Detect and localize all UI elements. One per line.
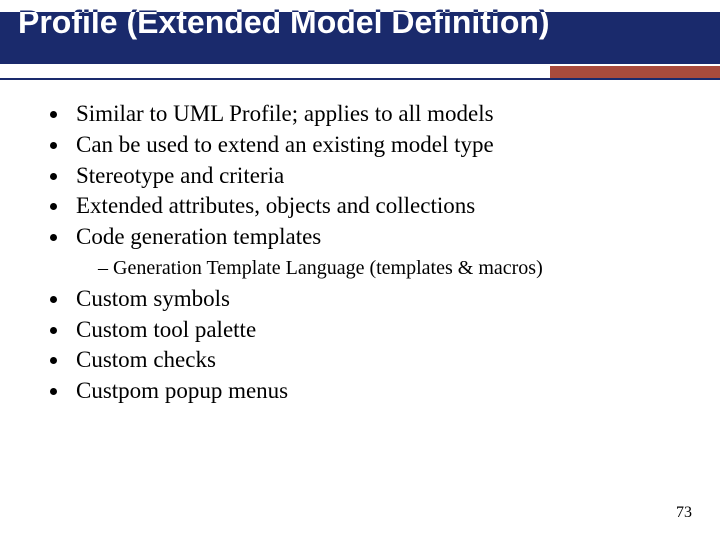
accent-line (0, 78, 720, 80)
slide-body: Similar to UML Profile; applies to all m… (32, 100, 688, 408)
list-item: Similar to UML Profile; applies to all m… (70, 100, 688, 129)
list-item: Custpom popup menus (70, 377, 688, 406)
list-item: Custom tool palette (70, 316, 688, 345)
list-item: Extended attributes, objects and collect… (70, 192, 688, 221)
sub-bullet-list: Generation Template Language (templates … (70, 256, 688, 281)
page-number: 73 (676, 504, 692, 522)
slide-header: Profile (Extended Model Definition) Prof… (0, 0, 720, 78)
list-item: Stereotype and criteria (70, 162, 688, 191)
list-item: Code generation templates (70, 223, 688, 252)
list-item: Generation Template Language (templates … (98, 256, 688, 281)
list-item: Can be used to extend an existing model … (70, 131, 688, 160)
list-item: Custom symbols (70, 285, 688, 314)
bullet-list: Similar to UML Profile; applies to all m… (32, 100, 688, 406)
list-item: Custom checks (70, 346, 688, 375)
